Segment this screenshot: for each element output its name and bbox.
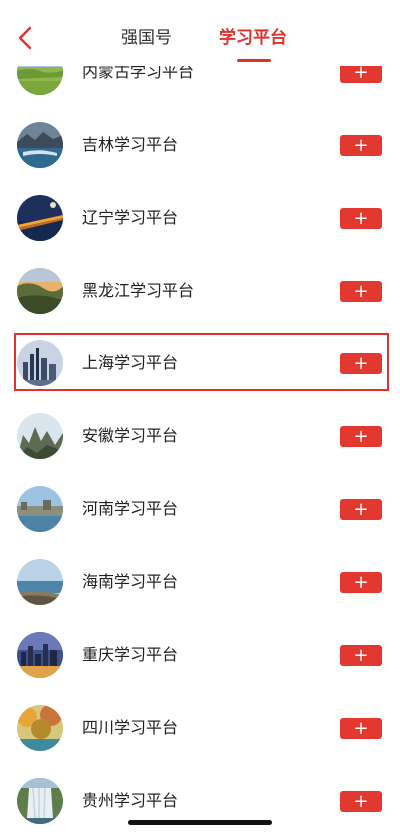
platform-name: 辽宁学习平台 — [82, 208, 179, 227]
add-button[interactable]: + — [340, 718, 382, 739]
add-button[interactable]: + — [340, 499, 382, 520]
list-item[interactable]: 四川学习平台 + — [0, 692, 400, 764]
platform-name: 重庆学习平台 — [82, 645, 179, 664]
top-navigation-bar: 强国号 学习平台 — [0, 0, 400, 66]
add-button[interactable]: + — [340, 135, 382, 156]
platform-avatar — [17, 559, 63, 605]
platform-name: 上海学习平台 — [82, 353, 179, 372]
tab-learning-platform[interactable]: 学习平台 — [219, 26, 287, 50]
platform-avatar — [17, 195, 63, 241]
active-tab-indicator — [237, 59, 271, 62]
add-button[interactable]: + — [340, 645, 382, 666]
platform-avatar — [17, 632, 63, 678]
add-button[interactable]: + — [340, 572, 382, 593]
platform-name: 海南学习平台 — [82, 572, 179, 591]
add-button[interactable]: + — [340, 281, 382, 302]
platform-avatar — [17, 705, 63, 751]
platform-avatar — [17, 486, 63, 532]
back-button[interactable] — [10, 20, 40, 56]
add-button[interactable]: + — [340, 353, 382, 374]
platform-list[interactable]: 内蒙古学习平台 + 吉林学习平台 + 辽宁学习平台 + 黑龙江学习平台 + 上海… — [0, 0, 400, 832]
list-item[interactable]: 安徽学习平台 + — [0, 400, 400, 472]
add-button[interactable]: + — [340, 426, 382, 447]
chevron-left-icon — [18, 26, 32, 50]
add-button[interactable]: + — [340, 208, 382, 229]
list-item[interactable]: 辽宁学习平台 + — [0, 182, 400, 254]
list-item[interactable]: 重庆学习平台 + — [0, 619, 400, 691]
platform-name: 贵州学习平台 — [82, 791, 179, 810]
platform-name: 安徽学习平台 — [82, 426, 179, 445]
list-item-highlighted[interactable]: 上海学习平台 + — [0, 327, 400, 399]
platform-avatar — [17, 268, 63, 314]
platform-name: 四川学习平台 — [82, 718, 179, 737]
tab-qiangguohao[interactable]: 强国号 — [121, 26, 172, 50]
list-item[interactable]: 黑龙江学习平台 + — [0, 255, 400, 327]
platform-avatar — [17, 122, 63, 168]
platform-name: 吉林学习平台 — [82, 135, 179, 154]
platform-avatar — [17, 778, 63, 824]
platform-avatar — [17, 340, 63, 386]
add-button[interactable]: + — [340, 791, 382, 812]
list-item[interactable]: 吉林学习平台 + — [0, 109, 400, 181]
platform-name: 河南学习平台 — [82, 499, 179, 518]
platform-name: 黑龙江学习平台 — [82, 281, 195, 300]
home-indicator[interactable] — [128, 820, 272, 825]
list-item[interactable]: 海南学习平台 + — [0, 546, 400, 618]
platform-avatar — [17, 413, 63, 459]
list-item[interactable]: 河南学习平台 + — [0, 473, 400, 545]
